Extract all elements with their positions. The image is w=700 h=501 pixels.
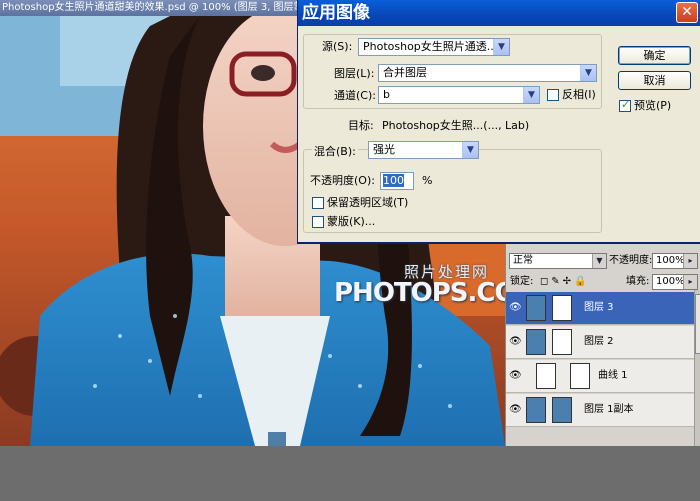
- layer-opacity-label: 不透明度:: [609, 255, 653, 266]
- chevron-down-icon: ▼: [462, 142, 478, 158]
- layer-value: 合并图层: [383, 66, 427, 79]
- layer-mask-thumbnail[interactable]: [552, 295, 572, 321]
- invert-checkbox[interactable]: [547, 89, 559, 101]
- opacity-value: 100: [383, 174, 404, 187]
- watermark-english: PHOTOPS.COM: [334, 278, 505, 308]
- chevron-down-icon: ▼: [523, 87, 539, 103]
- layer-name: 图层 1副本: [584, 404, 634, 415]
- opacity-unit: %: [422, 174, 433, 187]
- chevron-right-icon: ▸: [683, 254, 697, 268]
- layer-opacity-value: 100%: [656, 255, 685, 266]
- mask-checkbox[interactable]: [312, 216, 324, 228]
- layer-mask-thumbnail[interactable]: [552, 329, 572, 355]
- blend-select[interactable]: 强光 ▼: [368, 141, 479, 159]
- preserve-transparency-label: 保留透明区域(T): [327, 196, 409, 209]
- opacity-input[interactable]: 100: [380, 172, 414, 190]
- source-value: Photoshop女生照片通透...: [363, 40, 498, 53]
- apply-image-dialog: 应用图像 ✕ 源(S): Photoshop女生照片通透... ▼ 图层(L):…: [297, 0, 700, 244]
- close-button[interactable]: ✕: [676, 2, 698, 23]
- layers-scrollbar[interactable]: [694, 290, 700, 446]
- curves-adjustment-icon: [536, 363, 556, 389]
- layer-row[interactable]: 👁 图层 2: [506, 326, 694, 359]
- layer-thumbnail: [526, 329, 546, 355]
- dialog-title: 应用图像: [302, 3, 370, 23]
- layer-row[interactable]: 👁 曲线 1: [506, 360, 694, 393]
- eye-icon[interactable]: 👁: [509, 336, 522, 347]
- source-select[interactable]: Photoshop女生照片通透... ▼: [358, 38, 510, 56]
- eye-icon[interactable]: 👁: [509, 370, 522, 381]
- layer-thumbnail: [526, 397, 546, 423]
- close-icon: ✕: [681, 4, 693, 20]
- layer-mask-thumbnail[interactable]: [552, 397, 572, 423]
- eye-icon[interactable]: 👁: [509, 404, 522, 415]
- channel-label: 通道(C):: [334, 89, 376, 102]
- layer-mask-thumbnail[interactable]: [570, 363, 590, 389]
- preview-label: 预览(P): [634, 99, 672, 112]
- cancel-button[interactable]: 取消: [618, 71, 691, 90]
- blend-label: 混合(B):: [312, 144, 358, 160]
- layer-thumbnail: [526, 295, 546, 321]
- blend-mode-value: 正常: [513, 255, 533, 266]
- invert-label: 反相(I): [562, 88, 596, 101]
- mask-label: 蒙版(K)...: [327, 215, 376, 228]
- layer-select[interactable]: 合并图层 ▼: [378, 64, 597, 82]
- chevron-down-icon: ▼: [493, 39, 509, 55]
- chevron-down-icon: ▼: [580, 65, 596, 81]
- layer-name: 图层 2: [584, 336, 614, 347]
- workspace-background: [0, 446, 700, 501]
- layer-row[interactable]: 👁 图层 1副本: [506, 394, 694, 427]
- layer-opacity-field[interactable]: 100% ▸: [652, 253, 698, 269]
- ok-button[interactable]: 确定: [618, 46, 691, 65]
- channel-value: b: [383, 88, 390, 101]
- chevron-right-icon: ▸: [683, 275, 697, 289]
- opacity-label: 不透明度(O):: [310, 174, 375, 187]
- preview-checkbox[interactable]: [619, 98, 631, 112]
- lock-icons[interactable]: ◻✎✢🔒: [540, 275, 590, 289]
- fill-label: 填充:: [626, 276, 650, 287]
- scrollbar-thumb[interactable]: [695, 294, 700, 354]
- target-value: Photoshop女生照...(..., Lab): [382, 119, 530, 132]
- canvas-status-mark: [268, 432, 286, 446]
- layer-name: 曲线 1: [598, 370, 628, 381]
- dialog-titlebar[interactable]: 应用图像 ✕: [298, 0, 700, 26]
- fill-value: 100%: [656, 276, 685, 287]
- layer-row[interactable]: 👁 图层 3: [506, 292, 694, 325]
- fill-field[interactable]: 100% ▸: [652, 274, 698, 290]
- channel-select[interactable]: b ▼: [378, 86, 540, 104]
- layers-panel: 正常 ▼ 不透明度: 100% ▸ 锁定: ◻✎✢🔒 填充: 100% ▸ 👁 …: [505, 236, 700, 446]
- preserve-transparency-checkbox[interactable]: [312, 197, 324, 209]
- target-label: 目标:: [348, 119, 374, 132]
- layer-name: 图层 3: [584, 302, 614, 313]
- lock-label: 锁定:: [510, 276, 534, 287]
- chevron-down-icon: ▼: [592, 254, 606, 268]
- blend-value: 强光: [373, 143, 395, 156]
- layer-label: 图层(L):: [334, 67, 375, 80]
- blend-mode-select[interactable]: 正常 ▼: [509, 253, 607, 269]
- eye-icon[interactable]: 👁: [509, 302, 522, 313]
- source-label: 源(S):: [322, 40, 353, 53]
